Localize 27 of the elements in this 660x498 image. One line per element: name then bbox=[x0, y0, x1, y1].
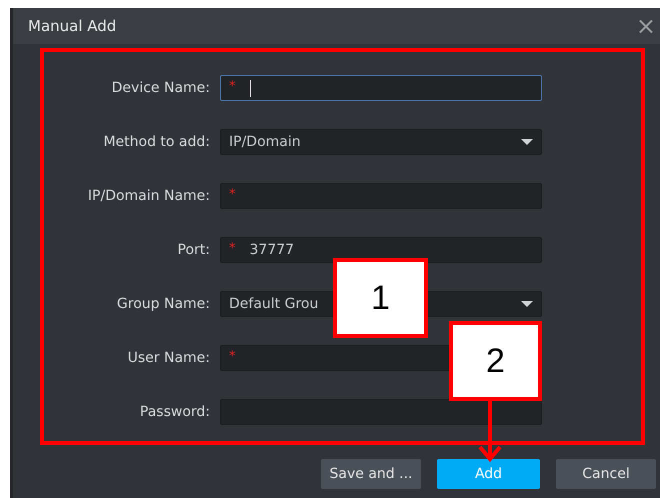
field-label: Password: bbox=[138, 404, 210, 420]
input-field[interactable]: * 37777 bbox=[220, 237, 542, 263]
required-mark: * bbox=[229, 241, 236, 256]
field-value: IP/Domain bbox=[229, 134, 301, 150]
dialog-button[interactable]: Save and ... bbox=[321, 459, 421, 489]
callout-tooltip: 2 bbox=[449, 321, 542, 401]
required-mark: * bbox=[229, 187, 236, 202]
field-label: User Name: bbox=[126, 350, 210, 366]
required-mark: * bbox=[229, 349, 236, 364]
callout-tooltip: 1 bbox=[333, 258, 428, 338]
window-title: Manual Add bbox=[28, 17, 116, 35]
input-field[interactable]: * bbox=[220, 75, 542, 101]
input-field[interactable]: * bbox=[220, 183, 542, 209]
required-mark: * bbox=[229, 79, 236, 94]
field-label: Group Name: bbox=[116, 296, 210, 312]
dialog-button[interactable]: Cancel bbox=[556, 459, 656, 489]
field-label: Method to add: bbox=[102, 134, 210, 150]
close-icon[interactable]: × bbox=[636, 14, 656, 38]
input-field[interactable] bbox=[220, 399, 542, 425]
dropdown[interactable]: IP/Domain bbox=[220, 129, 542, 155]
field-value: 37777 bbox=[250, 242, 294, 258]
field-label: IP/Domain Name: bbox=[86, 188, 210, 204]
field-label: Device Name: bbox=[110, 80, 210, 96]
dropdown-arrow-icon bbox=[521, 301, 533, 307]
field-value: Default Grou bbox=[229, 296, 318, 312]
field-label: Port: bbox=[176, 242, 210, 258]
dropdown-arrow-icon bbox=[521, 139, 533, 145]
